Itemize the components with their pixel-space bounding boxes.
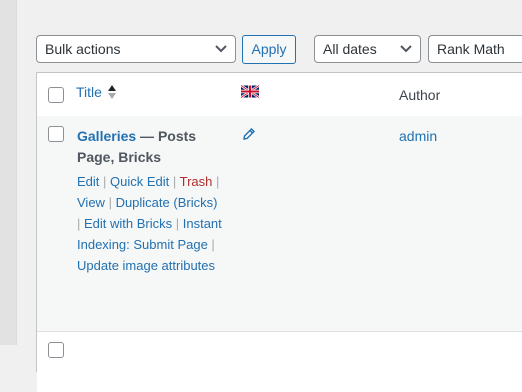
- bulk-actions-value: Bulk actions: [45, 41, 121, 57]
- column-author-header: Author: [399, 87, 441, 103]
- edit-link[interactable]: Edit: [77, 174, 99, 189]
- sort-icon[interactable]: [107, 84, 117, 100]
- table-header: Title Author: [37, 73, 522, 117]
- trash-link[interactable]: Trash: [180, 174, 213, 189]
- dates-filter-select[interactable]: All dates: [314, 35, 421, 63]
- dates-filter-value: All dates: [323, 41, 377, 57]
- bulk-actions-select[interactable]: Bulk actions: [36, 35, 236, 63]
- post-title-link[interactable]: Galleries: [77, 128, 136, 144]
- chevron-down-icon: [215, 45, 227, 53]
- author-link[interactable]: admin: [399, 126, 437, 147]
- seo-filter-value: Rank Math: [437, 41, 505, 57]
- select-all-checkbox[interactable]: [48, 87, 64, 103]
- admin-menu-edge: [0, 0, 17, 345]
- post-title-separator: —: [136, 128, 158, 144]
- column-title-header[interactable]: Title: [76, 84, 102, 100]
- row-checkbox[interactable]: [48, 342, 64, 358]
- update-image-attributes-link[interactable]: Update image attributes: [77, 258, 215, 273]
- edit-with-bricks-link[interactable]: Edit with Bricks: [84, 216, 172, 231]
- row-actions: Edit | Quick Edit | Trash | View | Dupli…: [77, 174, 222, 273]
- chevron-down-icon: [400, 45, 412, 53]
- posts-table: Title Author Galleries — Posts Page, Bri…: [36, 72, 522, 392]
- post-title-cell: Galleries — Posts Page, Bricks: [77, 126, 207, 168]
- duplicate-link[interactable]: Duplicate (Bricks): [116, 195, 218, 210]
- pencil-icon[interactable]: [242, 127, 256, 141]
- table-row: Galleries — Posts Page, Bricks Edit | Qu…: [37, 116, 522, 331]
- table-row: [37, 331, 522, 392]
- apply-button[interactable]: Apply: [242, 35, 296, 64]
- row-checkbox[interactable]: [48, 126, 64, 142]
- seo-filter-select[interactable]: Rank Math: [428, 35, 522, 63]
- quick-edit-link[interactable]: Quick Edit: [110, 174, 169, 189]
- view-link[interactable]: View: [77, 195, 105, 210]
- uk-flag-icon: [241, 85, 259, 98]
